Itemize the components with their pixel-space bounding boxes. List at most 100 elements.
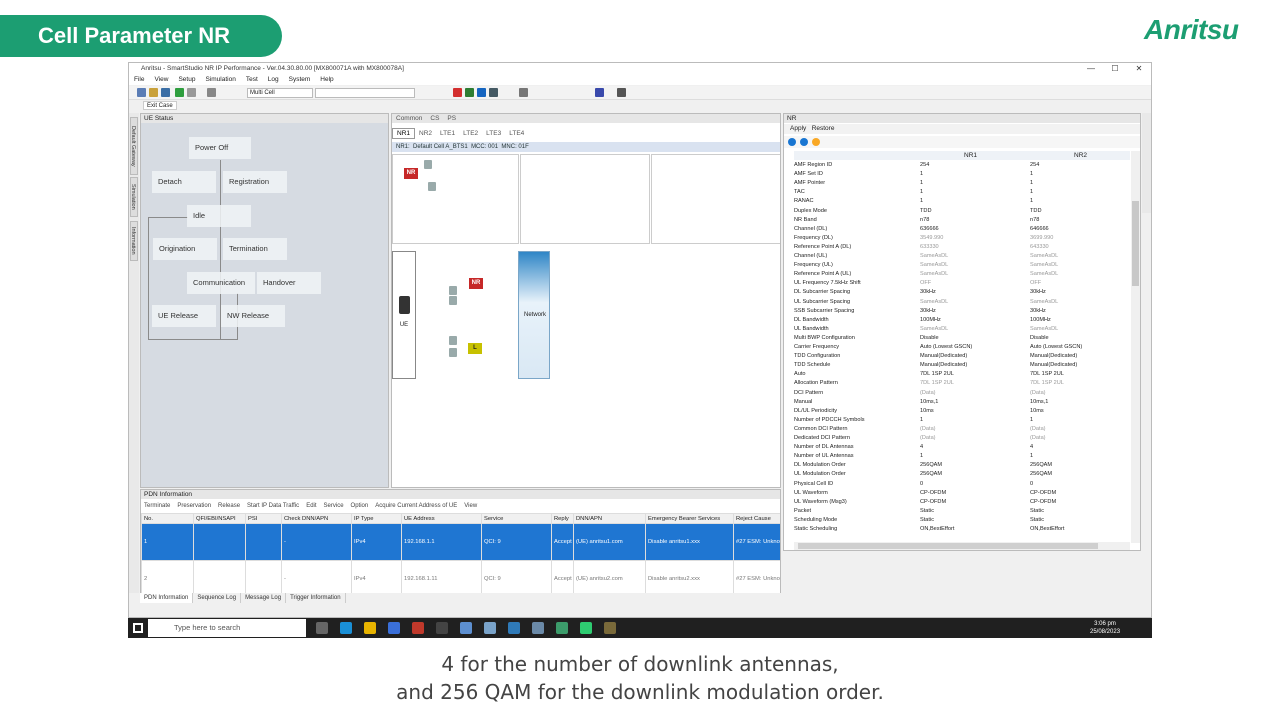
tab-lte4[interactable]: LTE4 bbox=[505, 129, 528, 138]
parameter-row[interactable]: Physical Cell ID 0 0 bbox=[794, 480, 1130, 489]
parameter-value[interactable]: 30kHz bbox=[920, 307, 1028, 316]
copy-icon[interactable] bbox=[519, 88, 528, 97]
parameter-row[interactable]: TDD Schedule Manual(Dedicated) Manual(Dedi… bbox=[794, 361, 1130, 370]
smartstudio-taskbar-icon[interactable] bbox=[604, 622, 616, 634]
save-icon[interactable] bbox=[149, 88, 158, 97]
parameter-row[interactable]: Full AllocationONON bbox=[794, 534, 1130, 535]
view-menu[interactable]: View bbox=[464, 503, 477, 509]
parameter-value[interactable]: 7DL 1SP 2UL bbox=[920, 379, 1028, 388]
parameter-value[interactable]: (Data) bbox=[1030, 389, 1130, 398]
parameter-row[interactable]: Channel (UL) SameAsDL SameAsDL bbox=[794, 252, 1130, 261]
tab-lte1[interactable]: LTE1 bbox=[436, 129, 459, 138]
stop-icon[interactable] bbox=[187, 88, 196, 97]
restore-button[interactable]: Restore bbox=[812, 125, 835, 132]
parameter-value[interactable]: 646666 bbox=[1030, 225, 1130, 234]
parameter-row[interactable]: DL Subcarrier Spacing 30kHz 30kHz bbox=[794, 288, 1130, 297]
parameter-value[interactable]: SameAsDL bbox=[920, 270, 1028, 279]
nr-bts-badge[interactable]: NR bbox=[469, 278, 483, 289]
service-button[interactable]: Service bbox=[324, 503, 344, 509]
apply-button[interactable]: Apply bbox=[790, 125, 806, 132]
parameter-row[interactable]: Static Scheduling ON,BestEffort ON,BestEff… bbox=[794, 525, 1130, 534]
save-disk-icon[interactable] bbox=[595, 88, 604, 97]
table-row[interactable]: 2 - IPv4 192.168.1.11 QCI: 9 Accept (UE) anrit… bbox=[141, 560, 780, 598]
menu-file[interactable]: File bbox=[129, 75, 149, 85]
parameter-row[interactable]: Common DCI Pattern (Data) (Data) bbox=[794, 425, 1130, 434]
pdn-column-header[interactable]: Emergency Bearer Services bbox=[645, 513, 734, 524]
open-icon[interactable] bbox=[137, 88, 146, 97]
monitor-icon[interactable] bbox=[465, 88, 474, 97]
parameter-row[interactable]: TDD Configuration Manual(Dedicated) Manual… bbox=[794, 352, 1130, 361]
parameter-row[interactable]: DL Bandwidth 100MHz 100MHz bbox=[794, 316, 1130, 325]
menu-simulation[interactable]: Simulation bbox=[200, 75, 240, 85]
parameter-value[interactable]: 30kHz bbox=[920, 288, 1028, 297]
play-icon[interactable] bbox=[175, 88, 184, 97]
parameter-value[interactable]: CP-OFDM bbox=[920, 489, 1028, 498]
parameter-row[interactable]: Auto 7DL 1SP 2UL 7DL 1SP 2UL bbox=[794, 370, 1130, 379]
parameter-value[interactable]: Auto (Lowest GSCN) bbox=[1030, 343, 1130, 352]
parameter-row[interactable]: DL/UL Periodicity 10ms 10ms bbox=[794, 407, 1130, 416]
release-button[interactable]: Release bbox=[218, 503, 240, 509]
parameter-value[interactable]: ON bbox=[1030, 534, 1130, 535]
side-tab-information[interactable]: Information bbox=[130, 221, 138, 261]
side-tab-simulation[interactable]: Simulation bbox=[130, 177, 138, 217]
parameter-row[interactable]: Channel (DL) 636666 646666 bbox=[794, 225, 1130, 234]
parameter-value[interactable]: 1 bbox=[920, 188, 1028, 197]
tab-nr1[interactable]: NR1 bbox=[392, 128, 416, 139]
acquire-address-button[interactable]: Acquire Current Address of UE bbox=[375, 503, 457, 509]
scroll-thumb[interactable] bbox=[1132, 201, 1139, 286]
windows-start-icon[interactable] bbox=[133, 623, 143, 633]
parameter-value[interactable]: (Data) bbox=[1030, 425, 1130, 434]
taskbar-clock[interactable]: 3:06 pm 25/08/2023 bbox=[1090, 620, 1120, 636]
parameter-value[interactable]: 10ms bbox=[1030, 407, 1130, 416]
option-button[interactable]: Option bbox=[351, 503, 369, 509]
parameter-value[interactable]: (Data) bbox=[1030, 434, 1130, 443]
parameter-value[interactable]: 256QAM bbox=[920, 461, 1028, 470]
tab-lte3[interactable]: LTE3 bbox=[482, 129, 505, 138]
parameter-row[interactable]: TAC 1 1 bbox=[794, 188, 1130, 197]
parameter-row[interactable]: Scheduling Mode Static Static bbox=[794, 516, 1130, 525]
task-view-icon[interactable] bbox=[316, 622, 328, 634]
list-icon[interactable] bbox=[489, 88, 498, 97]
state-termination[interactable]: Termination bbox=[223, 238, 287, 260]
parameter-value[interactable]: SameAsDL bbox=[1030, 261, 1130, 270]
terminal-icon[interactable] bbox=[436, 622, 448, 634]
parameter-value[interactable]: 256QAM bbox=[920, 470, 1028, 479]
parameter-row[interactable]: Number of UL Antennas 1 1 bbox=[794, 452, 1130, 461]
menu-system[interactable]: System bbox=[284, 75, 316, 85]
file-explorer-icon[interactable] bbox=[364, 622, 376, 634]
network-node[interactable]: Network bbox=[518, 251, 550, 379]
parameter-row[interactable]: Multi BWP Configuration Disable Disable bbox=[794, 334, 1130, 343]
maximize-icon[interactable]: ☐ bbox=[1103, 63, 1127, 75]
parameter-value[interactable]: 636666 bbox=[920, 225, 1028, 234]
parameter-row[interactable]: UL Waveform (Msg3) CP-OFDM CP-OFDM bbox=[794, 498, 1130, 507]
state-registration[interactable]: Registration bbox=[223, 171, 287, 193]
parameter-value[interactable]: SameAsDL bbox=[1030, 270, 1130, 279]
parameter-value[interactable]: 1 bbox=[1030, 179, 1130, 188]
parameter-value[interactable]: Static bbox=[920, 516, 1028, 525]
parameter-value[interactable]: 3699.990 bbox=[1030, 234, 1130, 243]
parameter-value[interactable]: 0 bbox=[920, 480, 1028, 489]
parameter-value[interactable]: Disable bbox=[1030, 334, 1130, 343]
parameter-row[interactable]: Dedicated DCI Pattern (Data) (Data) bbox=[794, 434, 1130, 443]
parameter-row[interactable]: Number of PDCCH Symbols 1 1 bbox=[794, 416, 1130, 425]
parameter-value[interactable]: 0 bbox=[1030, 480, 1130, 489]
parameter-value[interactable]: ON,BestEffort bbox=[920, 525, 1028, 534]
parameter-value[interactable]: SameAsDL bbox=[920, 298, 1028, 307]
parameter-value[interactable]: Manual(Dedicated) bbox=[920, 361, 1028, 370]
parameter-value[interactable]: OFF bbox=[1030, 279, 1130, 288]
preservation-button[interactable]: Preservation bbox=[177, 503, 211, 509]
parameter-value[interactable]: 1 bbox=[920, 416, 1028, 425]
parameter-value[interactable]: 254 bbox=[920, 161, 1028, 170]
menu-view[interactable]: View bbox=[149, 75, 173, 85]
parameter-value[interactable]: 1 bbox=[920, 179, 1028, 188]
parameter-value[interactable]: Manual(Dedicated) bbox=[1030, 361, 1130, 370]
parameter-value[interactable]: CP-OFDM bbox=[920, 498, 1028, 507]
pdn-column-header[interactable]: Reject Cause bbox=[733, 513, 780, 524]
app-icon[interactable] bbox=[532, 622, 544, 634]
parameter-value[interactable]: 1 bbox=[1030, 170, 1130, 179]
pdn-column-header[interactable]: DNN/APN bbox=[573, 513, 646, 524]
nr-horizontal-scrollbar[interactable] bbox=[794, 542, 1130, 550]
pdn-column-header[interactable]: IP Type bbox=[351, 513, 402, 524]
tool-icon[interactable] bbox=[207, 88, 216, 97]
menu-setup[interactable]: Setup bbox=[173, 75, 200, 85]
